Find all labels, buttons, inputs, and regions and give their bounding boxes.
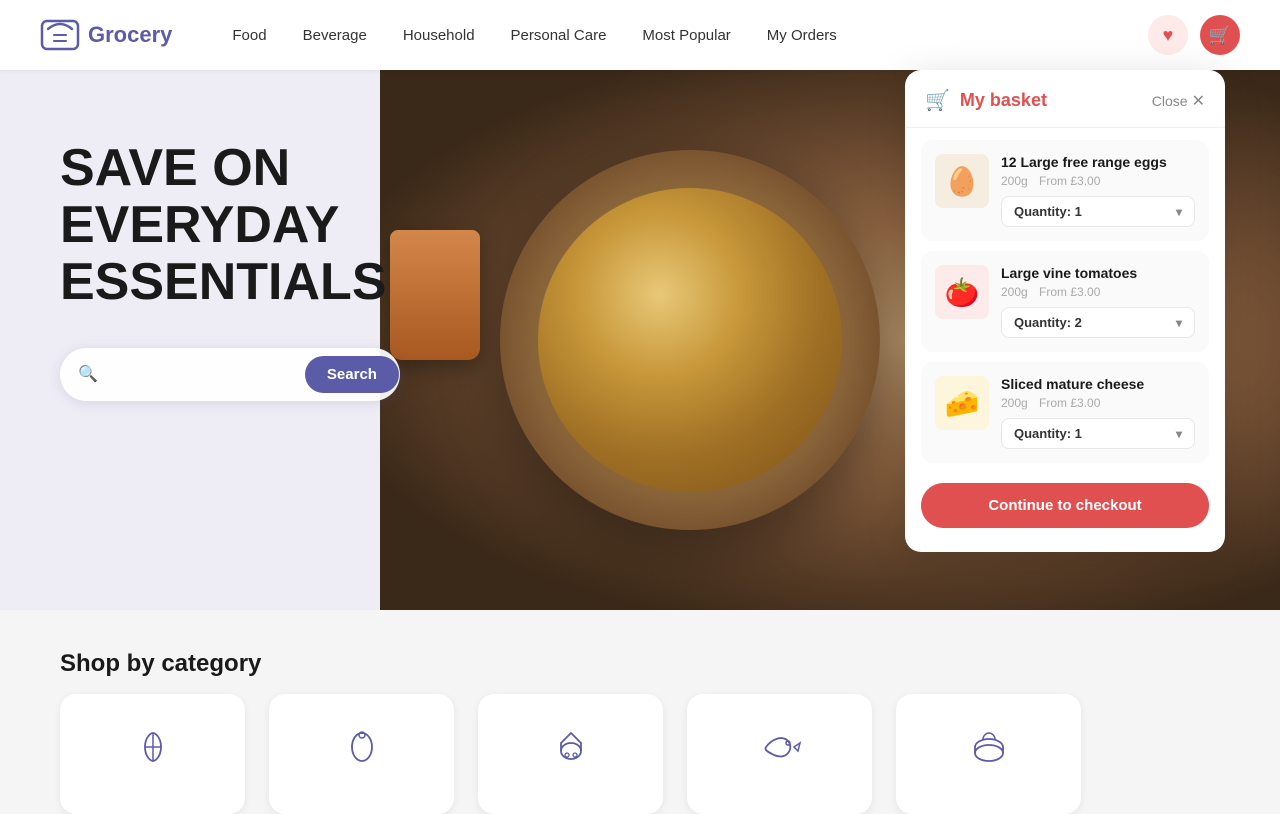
tomatoes-qty-label: Quantity: 2 [1014, 315, 1082, 330]
basket-title: 🛒 My basket [925, 88, 1047, 113]
close-icon: ✕ [1192, 91, 1205, 111]
cheese-meta: 200g From £3.00 [1001, 396, 1195, 410]
basket-item-eggs: 🥚 12 Large free range eggs 200g From £3.… [921, 140, 1209, 241]
eggs-qty-chevron: ▾ [1176, 205, 1182, 219]
basket-item-tomatoes: 🍅 Large vine tomatoes 200g From £3.00 Qu… [921, 251, 1209, 352]
nav-icons: ♥ 🛒 [1148, 15, 1240, 55]
nav-links: Food Beverage Household Personal Care Mo… [232, 27, 1148, 44]
hero-content: SAVE ON EVERYDAY ESSENTIALS 🔍 Search [60, 140, 400, 401]
tomatoes-weight: 200g [1001, 285, 1028, 299]
cheese-price: From £3.00 [1039, 396, 1100, 410]
drink-cup [390, 230, 480, 360]
cheese-info: Sliced mature cheese 200g From £3.00 Qua… [1001, 376, 1195, 449]
seafood-icon [758, 725, 802, 778]
cheese-qty-chevron: ▾ [1176, 427, 1182, 441]
tomatoes-qty-selector[interactable]: Quantity: 2 ▾ [1001, 307, 1195, 338]
category-card-meat[interactable] [269, 694, 454, 814]
basket-panel: 🛒 My basket Close ✕ 🥚 12 Large free rang… [905, 70, 1225, 552]
tomatoes-name: Large vine tomatoes [1001, 265, 1195, 281]
cart-button[interactable]: 🛒 [1200, 15, 1240, 55]
category-cards [60, 694, 1220, 814]
tomatoes-meta: 200g From £3.00 [1001, 285, 1195, 299]
cart-icon: 🛒 [1209, 25, 1231, 46]
close-label: Close [1152, 93, 1188, 109]
eggs-info: 12 Large free range eggs 200g From £3.00… [1001, 154, 1195, 227]
search-button[interactable]: Search [305, 356, 399, 393]
basket-close-button[interactable]: Close ✕ [1152, 91, 1205, 111]
cheese-image: 🧀 [935, 376, 989, 430]
logo-icon [40, 15, 80, 55]
tomatoes-price: From £3.00 [1039, 285, 1100, 299]
eggs-image: 🥚 [935, 154, 989, 208]
hero-title-line1: SAVE ON [60, 139, 290, 197]
nav-most-popular[interactable]: Most Popular [642, 27, 730, 44]
eggs-meta: 200g From £3.00 [1001, 174, 1195, 188]
nav-personal-care[interactable]: Personal Care [511, 27, 607, 44]
logo[interactable]: Grocery [40, 15, 172, 55]
fruit-veg-icon [131, 725, 175, 778]
checkout-button[interactable]: Continue to checkout [921, 483, 1209, 528]
category-card-seafood[interactable] [687, 694, 872, 814]
eggs-weight: 200g [1001, 174, 1028, 188]
category-card-bakery[interactable] [896, 694, 1081, 814]
eggs-qty-label: Quantity: 1 [1014, 204, 1082, 219]
tomatoes-qty-chevron: ▾ [1176, 316, 1182, 330]
food-plate [500, 150, 880, 530]
meat-icon [340, 725, 384, 778]
eggs-name: 12 Large free range eggs [1001, 154, 1195, 170]
tomatoes-image: 🍅 [935, 265, 989, 319]
basket-item-cheese: 🧀 Sliced mature cheese 200g From £3.00 Q… [921, 362, 1209, 463]
hero-title: SAVE ON EVERYDAY ESSENTIALS [60, 140, 400, 312]
basket-cart-icon: 🛒 [925, 88, 950, 113]
cheese-qty-selector[interactable]: Quantity: 1 ▾ [1001, 418, 1195, 449]
hero-title-line3: ESSENTIALS [60, 253, 387, 311]
search-icon: 🔍 [78, 364, 98, 384]
search-input[interactable] [106, 366, 305, 383]
eggs-price: From £3.00 [1039, 174, 1100, 188]
bakery-icon [967, 725, 1011, 778]
dairy-icon [549, 725, 593, 778]
tomatoes-info: Large vine tomatoes 200g From £3.00 Quan… [1001, 265, 1195, 338]
basket-header: 🛒 My basket Close ✕ [905, 70, 1225, 128]
hero-title-line2: EVERYDAY [60, 196, 339, 254]
category-card-fruit[interactable] [60, 694, 245, 814]
navbar: Grocery Food Beverage Household Personal… [0, 0, 1280, 70]
category-section: Shop by category [0, 630, 1280, 814]
logo-text: Grocery [88, 22, 172, 48]
cheese-qty-label: Quantity: 1 [1014, 426, 1082, 441]
cheese-name: Sliced mature cheese [1001, 376, 1195, 392]
nav-beverage[interactable]: Beverage [303, 27, 367, 44]
nav-household[interactable]: Household [403, 27, 475, 44]
nav-my-orders[interactable]: My Orders [767, 27, 837, 44]
category-card-dairy[interactable] [478, 694, 663, 814]
heart-icon: ♥ [1163, 25, 1174, 46]
eggs-qty-selector[interactable]: Quantity: 1 ▾ [1001, 196, 1195, 227]
search-bar: 🔍 Search [60, 348, 400, 401]
basket-title-text: My basket [960, 90, 1047, 111]
wishlist-button[interactable]: ♥ [1148, 15, 1188, 55]
cheese-weight: 200g [1001, 396, 1028, 410]
nav-food[interactable]: Food [232, 27, 266, 44]
basket-items: 🥚 12 Large free range eggs 200g From £3.… [905, 128, 1225, 475]
section-title: Shop by category [60, 650, 1220, 678]
